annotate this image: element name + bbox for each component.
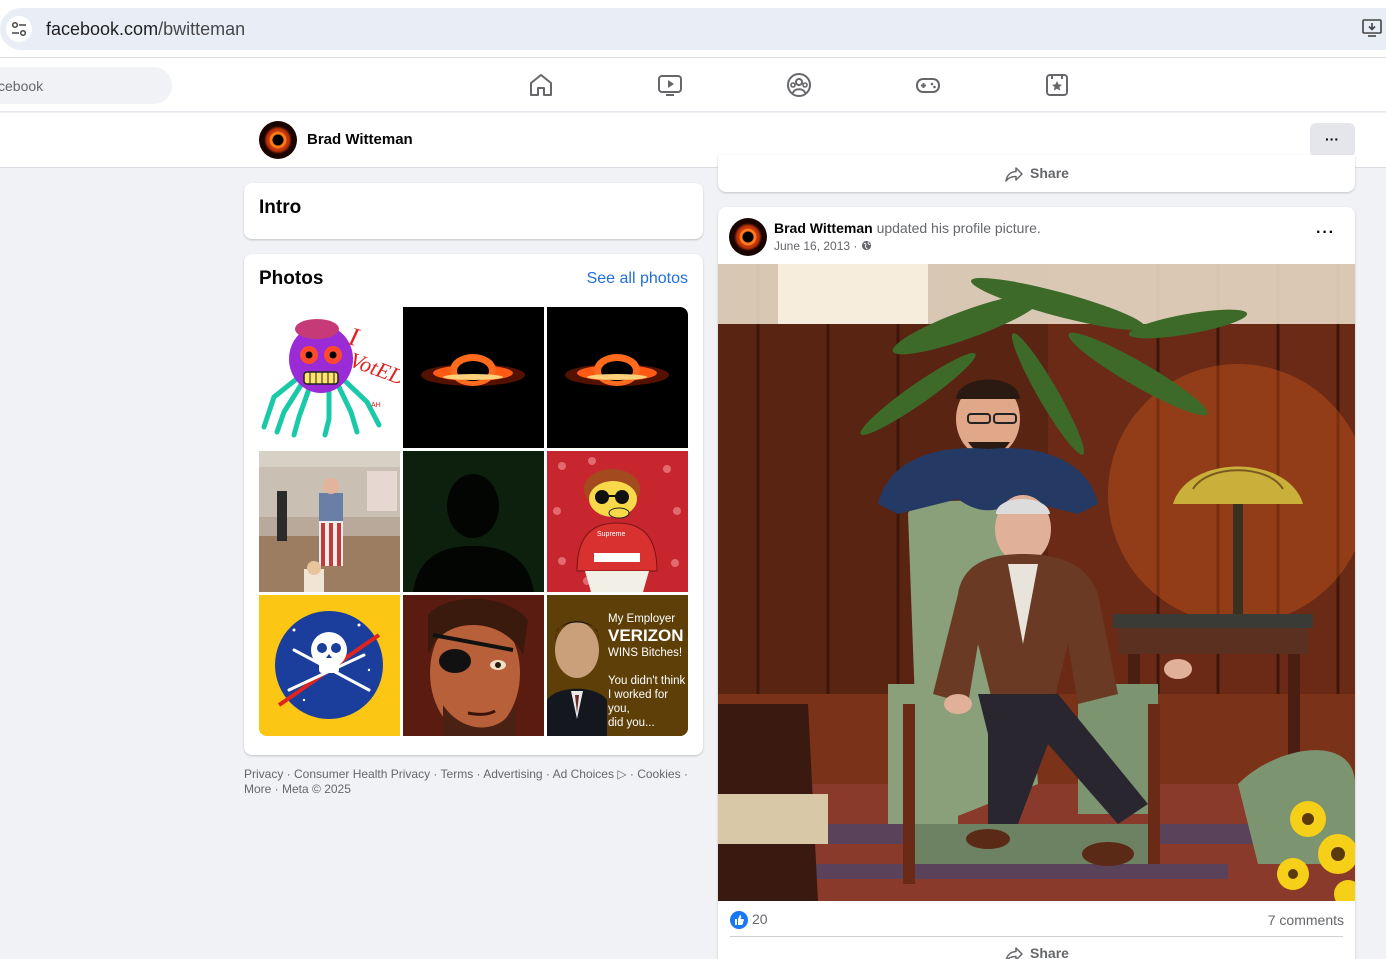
- like-icon: [730, 911, 748, 930]
- footer-link-ad-choices[interactable]: Ad Choices: [553, 767, 614, 781]
- footer-link-terms[interactable]: Terms: [441, 767, 474, 781]
- footer-links: Privacy · Consumer Health Privacy · Term…: [244, 767, 688, 796]
- supreme-text: Supreme: [597, 531, 626, 538]
- previous-post-footer: Share: [718, 155, 1355, 192]
- feeds-icon[interactable]: [1044, 72, 1070, 98]
- like-count: 20: [752, 911, 768, 927]
- photo-pirate-nasa-logo[interactable]: [259, 595, 400, 736]
- intro-card: Intro: [244, 183, 703, 239]
- meme-line-5: I worked for you,: [608, 689, 669, 715]
- globe-icon: [861, 240, 871, 251]
- svg-text:VotED: VotED: [346, 347, 400, 390]
- intro-title: Intro: [259, 197, 302, 218]
- meme-line-3: WINS Bitches!: [608, 647, 683, 659]
- more-icon: ···: [1325, 131, 1339, 147]
- photo-eyepatch-portrait[interactable]: [403, 595, 544, 736]
- post-date[interactable]: June 16, 2013: [774, 239, 850, 253]
- photos-card: Photos See all photos I VotED AH Supreme…: [244, 254, 703, 755]
- post-share-button[interactable]: Share: [718, 945, 1355, 959]
- share-icon: [1005, 947, 1023, 959]
- url-text[interactable]: facebook.com/bwitteman: [46, 19, 245, 40]
- meme-line-6: did you...: [608, 717, 655, 729]
- home-icon[interactable]: [528, 72, 554, 98]
- install-app-icon[interactable]: [1362, 18, 1384, 43]
- video-icon[interactable]: [657, 72, 683, 98]
- share-label: Share: [1030, 945, 1069, 959]
- photo-man-stars-stripes-pants[interactable]: [259, 451, 400, 592]
- profile-name[interactable]: Brad Witteman: [307, 131, 413, 148]
- url-domain: facebook.com: [46, 19, 159, 39]
- address-bar[interactable]: facebook.com/bwitteman: [0, 8, 1386, 50]
- post-more-icon[interactable]: ···: [1316, 224, 1335, 242]
- photo-cartoon-supreme[interactable]: Supreme: [547, 451, 688, 592]
- post-author[interactable]: Brad Witteman: [774, 220, 873, 236]
- ad-choices-icon: ▷: [613, 767, 627, 781]
- profile-more-button[interactable]: ···: [1310, 123, 1355, 157]
- avatar[interactable]: [259, 121, 297, 159]
- meme-line-1: My Employer: [608, 613, 676, 625]
- footer-link-consumer-health[interactable]: Consumer Health Privacy: [294, 767, 430, 781]
- photo-silhouette[interactable]: [403, 451, 544, 592]
- search-box[interactable]: [0, 67, 172, 104]
- photo-black-hole-2[interactable]: [547, 307, 688, 448]
- footer-link-privacy[interactable]: Privacy: [244, 767, 283, 781]
- meme-line-4: You didn't think: [608, 675, 686, 687]
- photo-black-hole-1[interactable]: [403, 307, 544, 448]
- see-all-photos-link[interactable]: See all photos: [587, 270, 688, 288]
- post-photo[interactable]: [718, 264, 1355, 901]
- share-icon: [1005, 167, 1023, 183]
- post-date-row: June 16, 2013 ·: [774, 239, 872, 253]
- photo-verizon-meme[interactable]: My Employer VERIZON WINS Bitches! You di…: [547, 595, 688, 736]
- post-action: updated his profile picture.: [876, 220, 1041, 236]
- gaming-icon[interactable]: [915, 72, 941, 98]
- reactions-summary[interactable]: 20: [730, 911, 768, 930]
- facebook-top-nav: [0, 58, 1386, 112]
- photos-title: Photos: [259, 268, 324, 289]
- photo-i-voted-spider[interactable]: I VotED AH: [259, 307, 400, 448]
- share-label: Share: [1030, 165, 1069, 181]
- post-header: Brad Witteman updated his profile pictur…: [774, 220, 1041, 236]
- groups-icon[interactable]: [786, 72, 812, 98]
- site-info-icon[interactable]: [6, 16, 32, 42]
- browser-toolbar: facebook.com/bwitteman: [0, 0, 1386, 58]
- divider: [730, 936, 1343, 937]
- profile-picture-post: Brad Witteman updated his profile pictur…: [718, 207, 1355, 959]
- meme-line-2: VERIZON: [608, 626, 684, 645]
- footer-link-cookies[interactable]: Cookies: [637, 767, 680, 781]
- footer-link-more[interactable]: More: [244, 782, 271, 796]
- footer-link-advertising[interactable]: Advertising: [483, 767, 542, 781]
- svg-text:AH: AH: [371, 402, 381, 409]
- search-input[interactable]: [0, 67, 172, 104]
- avatar[interactable]: [729, 218, 767, 256]
- share-button[interactable]: Share: [718, 165, 1355, 183]
- comments-count[interactable]: 7 comments: [1268, 912, 1344, 928]
- footer-copyright: Meta © 2025: [282, 782, 351, 796]
- url-path: /bwitteman: [158, 19, 246, 39]
- verizon-meme-text: My Employer VERIZON WINS Bitches! You di…: [608, 612, 688, 730]
